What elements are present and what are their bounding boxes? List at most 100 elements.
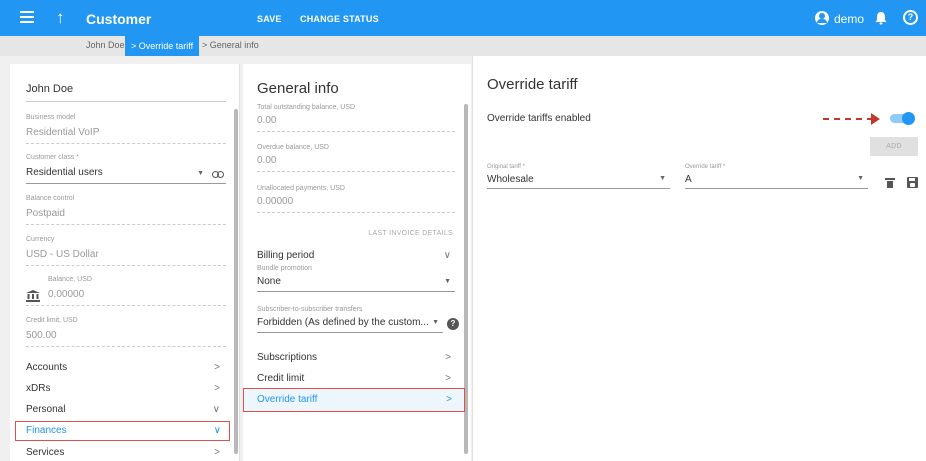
balance-row: 0.00000 bbox=[26, 283, 226, 305]
field-label: Overdue balance, USD bbox=[257, 144, 329, 151]
annotation-arrow bbox=[823, 118, 873, 120]
field-value: Residential VoIP bbox=[26, 127, 100, 138]
nav-item-override-tariff[interactable]: Override tariff > bbox=[243, 388, 465, 412]
field-value: Residential users bbox=[26, 167, 103, 178]
nav-item-label: Credit limit bbox=[257, 373, 305, 384]
customer-class-select[interactable]: Customer class * Residential users ▼ bbox=[26, 154, 226, 184]
nav-item-label: Services bbox=[26, 447, 65, 458]
field-value: USD - US Dollar bbox=[26, 249, 99, 260]
bundle-promotion-select[interactable]: Bundle promotion None ▼ bbox=[257, 265, 455, 292]
divider bbox=[26, 101, 226, 102]
nav-item-accounts[interactable]: Accounts > bbox=[26, 362, 226, 373]
balance-control-field: Balance control Postpaid bbox=[26, 195, 226, 225]
field-value: None bbox=[257, 276, 281, 287]
field-label: Unallocated payments, USD bbox=[257, 185, 345, 192]
dropdown-arrow-icon: ▼ bbox=[432, 319, 439, 326]
chevron-right-icon: > bbox=[446, 394, 452, 405]
scrollbar[interactable] bbox=[234, 109, 238, 454]
dropdown-arrow-icon: ▼ bbox=[659, 175, 666, 182]
save-button[interactable]: SAVE bbox=[257, 14, 282, 24]
bell-icon[interactable] bbox=[875, 11, 887, 25]
nav-item-label: Accounts bbox=[26, 362, 68, 373]
currency-field: Currency USD - US Dollar bbox=[26, 236, 226, 266]
billing-period-section[interactable]: Billing period ∨ bbox=[257, 250, 455, 261]
chevron-right-icon: > bbox=[445, 373, 451, 384]
chevron-right-icon: > bbox=[214, 447, 220, 458]
overdue-balance-field: Overdue balance, USD 0.00 bbox=[257, 144, 455, 172]
menu-icon[interactable] bbox=[20, 11, 34, 23]
breadcrumb-separator: > bbox=[131, 41, 137, 51]
nav-item-personal[interactable]: Personal ∨ bbox=[26, 404, 226, 415]
field-value: 0.00000 bbox=[257, 196, 294, 207]
override-enabled-toggle[interactable] bbox=[890, 112, 916, 125]
chevron-right-icon: > bbox=[214, 383, 220, 394]
page-title: Customer bbox=[86, 11, 152, 27]
customer-name: John Doe bbox=[26, 83, 74, 95]
annotation-arrow-head bbox=[871, 113, 880, 125]
breadcrumb: John Doe > Override tariff > General inf… bbox=[0, 36, 926, 56]
field-label: Customer class * bbox=[26, 154, 79, 161]
general-info-panel: General info Total outstanding balance, … bbox=[243, 64, 471, 461]
panel-title: Override tariff bbox=[487, 76, 578, 93]
field-label: Credit limit, USD bbox=[26, 317, 78, 324]
last-invoice-details-link[interactable]: LAST INVOICE DETAILS bbox=[257, 230, 453, 237]
field-label: Bundle promotion bbox=[257, 265, 312, 272]
breadcrumb-item[interactable]: John Doe bbox=[86, 40, 125, 50]
save-icon[interactable] bbox=[907, 177, 918, 188]
breadcrumb-item-label: General info bbox=[209, 40, 259, 50]
field-value: A bbox=[685, 174, 692, 185]
transfers-select[interactable]: Subscriber-to-subscriber transfers Forbi… bbox=[257, 306, 443, 333]
toggle-knob bbox=[902, 112, 915, 125]
override-tariff-panel: Override tariff Override tariffs enabled… bbox=[472, 56, 926, 461]
dropdown-arrow-icon: ▼ bbox=[857, 175, 864, 182]
chevron-right-icon: > bbox=[214, 362, 220, 373]
top-bar: ↑ Customer SAVE CHANGE STATUS demo ? bbox=[0, 0, 926, 36]
delete-icon[interactable] bbox=[885, 178, 895, 188]
credit-limit-field: Credit limit, USD 500.00 bbox=[26, 317, 226, 347]
customer-summary-panel: John Doe Business model Residential VoIP… bbox=[10, 64, 240, 461]
delete-icon-lid bbox=[885, 178, 895, 180]
field-label: Business model bbox=[26, 114, 76, 121]
field-value: 0.00 bbox=[257, 155, 277, 166]
delete-icon-body bbox=[887, 181, 893, 188]
chevron-down-icon: ∨ bbox=[443, 250, 451, 261]
business-model-field: Business model Residential VoIP bbox=[26, 114, 226, 144]
field-value: Postpaid bbox=[26, 208, 65, 219]
help-icon[interactable]: ? bbox=[903, 10, 918, 25]
nav-item-credit-limit[interactable]: Credit limit > bbox=[257, 373, 455, 384]
field-label: Original tariff * bbox=[487, 164, 525, 170]
field-label: Subscriber-to-subscriber transfers bbox=[257, 306, 363, 313]
help-icon[interactable]: ? bbox=[447, 318, 459, 330]
breadcrumb-separator: > bbox=[202, 40, 208, 50]
user-icon[interactable] bbox=[815, 11, 829, 25]
override-tariff-select[interactable]: Override tariff * A ▼ bbox=[685, 164, 868, 189]
balance-field: Balance, USD 0.00000 bbox=[26, 276, 226, 306]
original-tariff-select[interactable]: Original tariff * Wholesale ▼ bbox=[487, 164, 670, 189]
dropdown-arrow-icon: ▼ bbox=[444, 278, 451, 285]
user-name[interactable]: demo bbox=[834, 12, 864, 26]
link-icon[interactable] bbox=[212, 171, 224, 178]
nav-item-services[interactable]: Services > bbox=[26, 447, 226, 458]
nav-item-label: Subscriptions bbox=[257, 352, 318, 363]
nav-item-finances[interactable]: Finances ∨ bbox=[15, 421, 230, 441]
chevron-right-icon: > bbox=[445, 352, 451, 363]
field-value: Wholesale bbox=[487, 174, 534, 185]
change-status-button[interactable]: CHANGE STATUS bbox=[300, 14, 379, 24]
nav-item-label: Personal bbox=[26, 404, 66, 415]
unallocated-payments-field: Unallocated payments, USD 0.00000 bbox=[257, 185, 455, 213]
nav-item-label: Override tariff bbox=[257, 394, 318, 405]
breadcrumb-item[interactable]: > General info bbox=[202, 40, 259, 50]
nav-item-xdrs[interactable]: xDRs > bbox=[26, 383, 226, 394]
back-arrow-icon[interactable]: ↑ bbox=[56, 9, 65, 26]
dropdown-arrow-icon[interactable]: ▼ bbox=[197, 170, 204, 177]
field-label: Balance control bbox=[26, 195, 75, 202]
nav-item-label: xDRs bbox=[26, 383, 51, 394]
nav-item-subscriptions[interactable]: Subscriptions > bbox=[257, 352, 455, 363]
field-label: Balance, USD bbox=[48, 276, 92, 283]
field-value: 500.00 bbox=[26, 330, 57, 341]
add-button[interactable]: ADD bbox=[870, 137, 918, 156]
field-label: Total outstanding balance, USD bbox=[257, 104, 356, 111]
total-outstanding-balance-field: Total outstanding balance, USD 0.00 bbox=[257, 104, 455, 132]
breadcrumb-item-active[interactable]: > Override tariff bbox=[125, 36, 200, 56]
override-enabled-label: Override tariffs enabled bbox=[487, 113, 591, 124]
